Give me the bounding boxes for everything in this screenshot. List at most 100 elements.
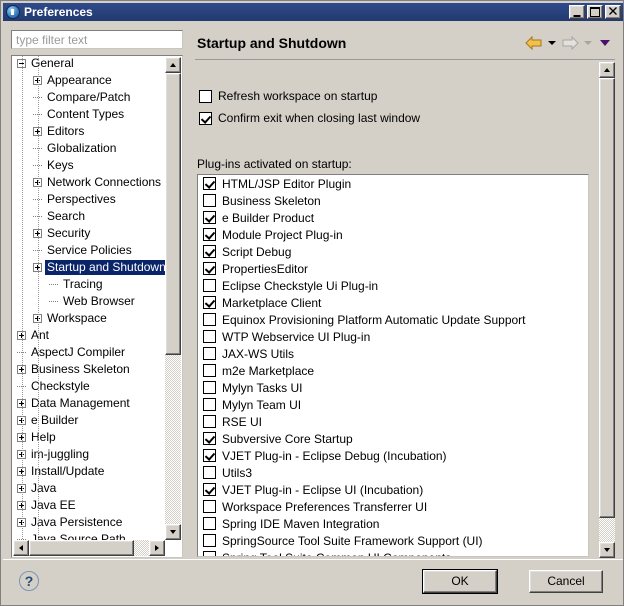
plugin-row[interactable]: Module Project Plug-in bbox=[198, 226, 588, 243]
option-row[interactable]: Confirm exit when closing last window bbox=[199, 112, 420, 125]
view-menu-dropdown-icon[interactable] bbox=[600, 40, 610, 46]
plugin-row[interactable]: SpringSource Tool Suite Framework Suppor… bbox=[198, 532, 588, 549]
tree-item-java-ee[interactable]: Java EE bbox=[12, 498, 167, 515]
checkbox-checked-icon[interactable] bbox=[203, 177, 216, 190]
page-scroll-down-button[interactable] bbox=[599, 542, 615, 558]
cancel-button[interactable]: Cancel bbox=[529, 570, 603, 593]
tree-scroll-down-button[interactable] bbox=[165, 524, 181, 540]
tree-item-workspace[interactable]: Workspace bbox=[12, 311, 167, 328]
plugin-row[interactable]: m2e Marketplace bbox=[198, 362, 588, 379]
tree-item-tracing[interactable]: Tracing bbox=[12, 277, 167, 294]
tree-item-im-juggling[interactable]: im-juggling bbox=[12, 447, 167, 464]
page-vertical-thumb[interactable] bbox=[599, 78, 615, 518]
search-input[interactable] bbox=[11, 30, 183, 49]
plugin-row[interactable]: Workspace Preferences Transferrer UI bbox=[198, 498, 588, 515]
tree-scroll-up-button[interactable] bbox=[165, 57, 181, 73]
plugin-row[interactable]: Mylyn Team UI bbox=[198, 396, 588, 413]
help-button[interactable]: ? bbox=[19, 571, 39, 591]
tree-vertical-thumb[interactable] bbox=[165, 73, 181, 355]
tree-item-content-types[interactable]: Content Types bbox=[12, 107, 167, 124]
plugin-row[interactable]: Business Skeleton bbox=[198, 192, 588, 209]
plugin-row[interactable]: e Builder Product bbox=[198, 209, 588, 226]
tree-item-e-builder[interactable]: e Builder bbox=[12, 413, 167, 430]
checkbox-checked-icon[interactable] bbox=[203, 245, 216, 258]
option-row[interactable]: Refresh workspace on startup bbox=[199, 90, 377, 103]
checkbox-unchecked-icon[interactable] bbox=[203, 415, 216, 428]
tree-item-help[interactable]: Help bbox=[12, 430, 167, 447]
tree-item-keys[interactable]: Keys bbox=[12, 158, 167, 175]
checkbox-unchecked-icon[interactable] bbox=[203, 466, 216, 479]
ok-button[interactable]: OK bbox=[422, 569, 498, 594]
checkbox-checked-icon[interactable] bbox=[203, 449, 216, 462]
tree-item-web-browser[interactable]: Web Browser bbox=[12, 294, 167, 311]
checkbox-unchecked-icon[interactable] bbox=[203, 347, 216, 360]
checkbox-unchecked-icon[interactable] bbox=[203, 330, 216, 343]
tree-item-compare-patch[interactable]: Compare/Patch bbox=[12, 90, 167, 107]
tree-item-aspectj-compiler[interactable]: AspectJ Compiler bbox=[12, 345, 167, 362]
plugin-row[interactable]: Marketplace Client bbox=[198, 294, 588, 311]
tree-item-java-persistence[interactable]: Java Persistence bbox=[12, 515, 167, 532]
checkbox-unchecked-icon[interactable] bbox=[203, 398, 216, 411]
page-vertical-scrollbar[interactable] bbox=[599, 62, 615, 558]
checkbox-unchecked-icon[interactable] bbox=[203, 551, 216, 556]
maximize-button[interactable] bbox=[587, 5, 603, 19]
tree-item-network-connections[interactable]: Network Connections bbox=[12, 175, 167, 192]
plugin-row[interactable]: Eclipse Checkstyle Ui Plug-in bbox=[198, 277, 588, 294]
checkbox-checked-icon[interactable] bbox=[203, 228, 216, 241]
tree-item-data-management[interactable]: Data Management bbox=[12, 396, 167, 413]
checkbox-unchecked-icon[interactable] bbox=[203, 500, 216, 513]
tree-item-checkstyle[interactable]: Checkstyle bbox=[12, 379, 167, 396]
tree-vertical-scrollbar[interactable] bbox=[165, 57, 181, 540]
checkbox-unchecked-icon[interactable] bbox=[199, 90, 212, 103]
checkbox-unchecked-icon[interactable] bbox=[203, 534, 216, 547]
checkbox-checked-icon[interactable] bbox=[199, 112, 212, 125]
checkbox-unchecked-icon[interactable] bbox=[203, 194, 216, 207]
checkbox-unchecked-icon[interactable] bbox=[203, 517, 216, 530]
tree-item-appearance[interactable]: Appearance bbox=[12, 73, 167, 90]
plugin-row[interactable]: RSE UI bbox=[198, 413, 588, 430]
tree-scroll-right-button[interactable] bbox=[149, 540, 165, 556]
plugin-row[interactable]: Subversive Core Startup bbox=[198, 430, 588, 447]
checkbox-checked-icon[interactable] bbox=[203, 296, 216, 309]
checkbox-unchecked-icon[interactable] bbox=[203, 381, 216, 394]
checkbox-checked-icon[interactable] bbox=[203, 483, 216, 496]
checkbox-unchecked-icon[interactable] bbox=[203, 313, 216, 326]
back-dropdown-icon[interactable] bbox=[548, 41, 556, 45]
back-arrow-icon[interactable] bbox=[525, 36, 543, 50]
plugin-row[interactable]: JAX-WS Utils bbox=[198, 345, 588, 362]
tree-item-install-update[interactable]: Install/Update bbox=[12, 464, 167, 481]
tree-item-service-policies[interactable]: Service Policies bbox=[12, 243, 167, 260]
tree-item-security[interactable]: Security bbox=[12, 226, 167, 243]
plugin-row[interactable]: WTP Webservice UI Plug-in bbox=[198, 328, 588, 345]
plugin-row[interactable]: VJET Plug-in - Eclipse Debug (Incubation… bbox=[198, 447, 588, 464]
close-button[interactable] bbox=[605, 5, 621, 19]
plugins-list[interactable]: HTML/JSP Editor Plugin Business Skeleton e… bbox=[197, 174, 589, 557]
tree-scroll-left-button[interactable] bbox=[13, 540, 29, 556]
checkbox-unchecked-icon[interactable] bbox=[203, 364, 216, 377]
tree-item-globalization[interactable]: Globalization bbox=[12, 141, 167, 158]
plugin-row[interactable]: Spring IDE Maven Integration bbox=[198, 515, 588, 532]
preferences-tree[interactable]: General Appearance Compare/Patch Content Ty… bbox=[11, 55, 183, 558]
tree-item-ant[interactable]: Ant bbox=[12, 328, 167, 345]
checkbox-checked-icon[interactable] bbox=[203, 262, 216, 275]
plugin-row[interactable]: Script Debug bbox=[198, 243, 588, 260]
plugin-row[interactable]: Spring Tool Suite Common UI Components bbox=[198, 549, 588, 556]
page-scroll-up-button[interactable] bbox=[599, 62, 615, 78]
checkbox-checked-icon[interactable] bbox=[203, 432, 216, 445]
plugin-row[interactable]: PropertiesEditor bbox=[198, 260, 588, 277]
minimize-button[interactable] bbox=[569, 5, 585, 19]
plugin-row[interactable]: Equinox Provisioning Platform Automatic … bbox=[198, 311, 588, 328]
tree-horizontal-scrollbar[interactable] bbox=[13, 540, 165, 556]
tree-item-startup-and-shutdown[interactable]: Startup and Shutdown bbox=[12, 260, 167, 277]
tree-item-search[interactable]: Search bbox=[12, 209, 167, 226]
tree-item-java[interactable]: Java bbox=[12, 481, 167, 498]
tree-item-business-skeleton[interactable]: Business Skeleton bbox=[12, 362, 167, 379]
checkbox-checked-icon[interactable] bbox=[203, 211, 216, 224]
plugin-row[interactable]: Mylyn Tasks UI bbox=[198, 379, 588, 396]
tree-item-perspectives[interactable]: Perspectives bbox=[12, 192, 167, 209]
tree-item-editors[interactable]: Editors bbox=[12, 124, 167, 141]
checkbox-unchecked-icon[interactable] bbox=[203, 279, 216, 292]
tree-horizontal-thumb[interactable] bbox=[29, 540, 134, 556]
tree-item-general[interactable]: General bbox=[12, 56, 167, 73]
plugin-row[interactable]: VJET Plug-in - Eclipse UI (Incubation) bbox=[198, 481, 588, 498]
